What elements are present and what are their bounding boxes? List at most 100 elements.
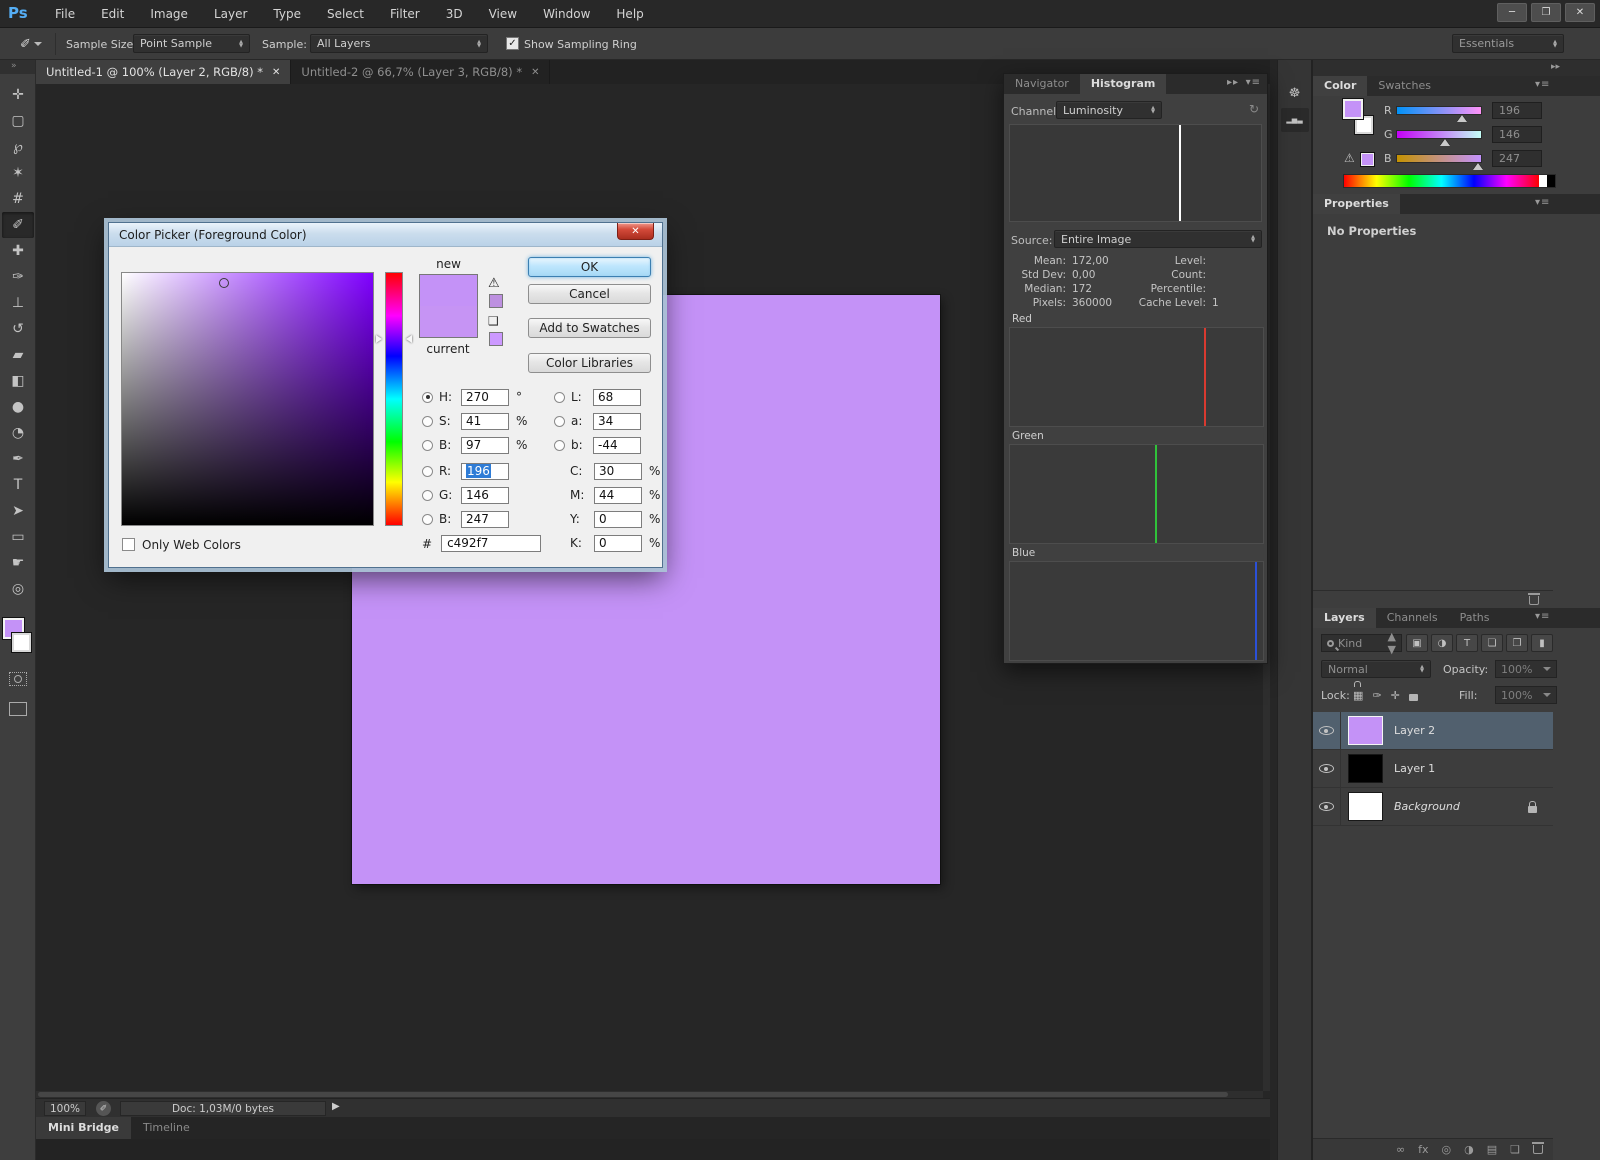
value-input[interactable]: 247 (461, 511, 509, 528)
lasso-tool[interactable]: ℘ (0, 134, 36, 160)
panel-tab[interactable]: Layers (1313, 608, 1376, 628)
slider-thumb[interactable] (1440, 139, 1450, 146)
radio-button[interactable] (422, 416, 433, 427)
current-color-swatch[interactable] (420, 306, 477, 337)
panel-tab[interactable]: Histogram (1080, 74, 1167, 94)
gamut-warning-icon[interactable]: ⚠ (1344, 151, 1355, 165)
new-adjustment-layer-icon[interactable]: ◑ (1464, 1143, 1474, 1156)
healing-brush-tool[interactable]: ✚ (0, 238, 36, 264)
color-field-marker[interactable] (219, 278, 229, 288)
channel-slider[interactable] (1396, 154, 1482, 163)
foreground-color-swatch[interactable] (1343, 99, 1363, 119)
panel-expand-icon[interactable]: ▸▸ (1227, 77, 1239, 88)
hand-tool[interactable]: ☛ (0, 550, 36, 576)
sample-size-dropdown[interactable]: Point Sample (133, 34, 250, 53)
dialog-close-button[interactable]: ✕ (617, 223, 654, 240)
close-icon[interactable]: ✕ (272, 67, 280, 78)
trash-icon[interactable] (1529, 596, 1539, 605)
panel-tab[interactable]: Navigator (1004, 74, 1080, 94)
menu-item[interactable]: Edit (88, 0, 137, 28)
cancel-button[interactable]: Cancel (528, 284, 651, 304)
slider-thumb[interactable] (1457, 115, 1467, 122)
hue-slider-arrow-left[interactable] (376, 335, 382, 343)
radio-button[interactable] (422, 490, 433, 501)
panel-tab[interactable]: Color (1313, 76, 1367, 96)
hue-slider-arrow-right[interactable] (406, 335, 412, 343)
new-layer-icon[interactable]: ❏ (1510, 1143, 1520, 1156)
only-web-colors-checkbox[interactable] (122, 538, 135, 551)
layer-row[interactable]: Background (1313, 788, 1553, 826)
radio-button[interactable] (422, 466, 433, 477)
gamut-safe-swatch[interactable] (489, 294, 503, 308)
eye-icon[interactable] (1319, 726, 1334, 735)
slider-thumb[interactable] (1473, 163, 1483, 170)
layer-row[interactable]: Layer 1 (1313, 750, 1553, 788)
visibility-cell[interactable] (1313, 712, 1341, 749)
value-input[interactable]: 0 (594, 511, 642, 528)
layer-name[interactable]: Background (1394, 800, 1460, 813)
ok-button[interactable]: OK (528, 257, 651, 277)
value-input[interactable]: 41 (461, 413, 509, 430)
path-selection-tool[interactable]: ➤ (0, 498, 36, 524)
radio-button[interactable] (422, 440, 433, 451)
panel-menu-icon[interactable]: ▾≡ (1535, 197, 1550, 208)
pen-tool[interactable]: ✒ (0, 446, 36, 472)
hex-input[interactable]: c492f7 (441, 535, 541, 552)
web-safe-swatch[interactable] (489, 332, 503, 346)
color-libraries-button[interactable]: Color Libraries (528, 353, 651, 373)
move-tool[interactable]: ✛ (0, 82, 36, 108)
close-button[interactable]: ✕ (1565, 3, 1595, 22)
lock-move-icon[interactable]: ✛ (1391, 689, 1400, 702)
lock-paint-icon[interactable]: ✑ (1372, 689, 1381, 702)
visibility-cell[interactable] (1313, 788, 1341, 825)
shape-filter-icon[interactable]: ❏ (1481, 634, 1503, 652)
menu-item[interactable]: Select (314, 0, 377, 28)
menu-item[interactable]: Layer (201, 0, 260, 28)
panel-tab[interactable]: Paths (1449, 608, 1501, 628)
value-input[interactable]: 68 (593, 389, 641, 406)
layer-name[interactable]: Layer 2 (1394, 724, 1435, 737)
background-color-swatch[interactable] (12, 633, 31, 652)
quick-mask-button[interactable] (9, 672, 27, 686)
white-swatch[interactable] (1539, 175, 1547, 187)
panel-menu-icon[interactable]: ▾≡ (1535, 611, 1550, 622)
color-spectrum-ramp[interactable] (1343, 174, 1556, 188)
document-tab[interactable]: Untitled-2 @ 66,7% (Layer 3, RGB/8) * ✕ (291, 60, 550, 84)
status-expand-icon[interactable]: ▶ (332, 1101, 340, 1112)
value-input[interactable]: 270 (461, 389, 509, 406)
web-safe-icon[interactable]: ❑ (488, 314, 499, 328)
zoom-level-field[interactable]: 100% (44, 1101, 86, 1116)
blur-tool[interactable]: ● (0, 394, 36, 420)
menu-item[interactable]: Type (260, 0, 314, 28)
menu-item[interactable]: 3D (433, 0, 476, 28)
zoom-tool[interactable]: ◎ (0, 576, 36, 602)
bottom-panel-tab[interactable]: Mini Bridge (36, 1117, 131, 1139)
hue-slider[interactable] (385, 272, 403, 526)
lock-transparency-icon[interactable]: ▦ (1353, 689, 1363, 702)
saturation-brightness-field[interactable] (121, 272, 374, 526)
scrollbar-thumb[interactable] (38, 1092, 1228, 1097)
add-mask-icon[interactable]: ◎ (1442, 1143, 1452, 1156)
history-brush-tool[interactable]: ↺ (0, 316, 36, 342)
close-icon[interactable]: ✕ (531, 67, 539, 78)
value-input[interactable]: 97 (461, 437, 509, 454)
channel-value-field[interactable]: 196 (1492, 102, 1542, 119)
gradient-tool[interactable]: ◧ (0, 368, 36, 394)
layer-row[interactable]: Layer 2 (1313, 712, 1553, 750)
show-sampling-ring-checkbox[interactable]: ✓ (506, 37, 519, 50)
opacity-dropdown[interactable]: 100% (1495, 660, 1557, 678)
marquee-tool[interactable]: ▢ (0, 108, 36, 134)
value-input[interactable]: 196 (461, 463, 509, 480)
value-input[interactable]: 30 (594, 463, 642, 480)
value-input[interactable]: 0 (594, 535, 642, 552)
screen-mode-button[interactable] (9, 702, 27, 716)
layer-thumbnail[interactable] (1349, 793, 1382, 820)
minimize-button[interactable]: ─ (1497, 3, 1527, 22)
document-tab[interactable]: Untitled-1 @ 100% (Layer 2, RGB/8) * ✕ (36, 60, 291, 84)
value-input[interactable]: 34 (593, 413, 641, 430)
menu-item[interactable]: File (42, 0, 88, 28)
channel-slider[interactable] (1396, 106, 1482, 115)
bottom-panel-tab[interactable]: Timeline (131, 1117, 202, 1139)
adjustment-filter-icon[interactable]: ◑ (1431, 634, 1453, 652)
restore-button[interactable]: ❐ (1531, 3, 1561, 22)
